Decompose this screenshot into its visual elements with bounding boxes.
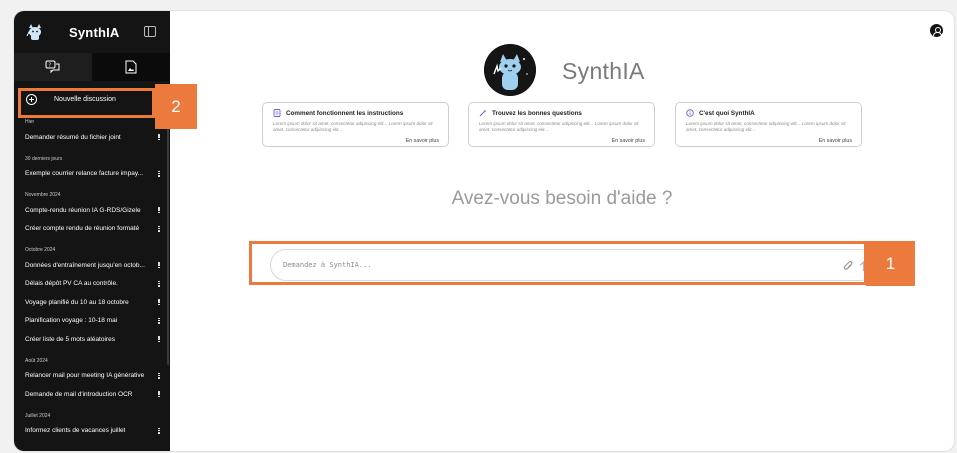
history-item-title: Créer liste de 5 mots aléatoires — [25, 335, 115, 343]
history-item[interactable]: Demande de mail d'introduction OCR — [14, 385, 170, 404]
info-card-questions[interactable]: Trouvez les bonnes questions Lorem ipsum… — [468, 102, 655, 147]
history-item-title: Délais dépôt PV CA au contrôle. — [25, 280, 118, 288]
history-item-title: Demander résumé du fichier joint — [25, 133, 121, 141]
card-learn-more-link[interactable]: En savoir plus — [819, 138, 852, 144]
kebab-menu-icon[interactable] — [158, 225, 160, 233]
history-item-title: Données d'entraînement jusqu'en octob... — [25, 261, 145, 269]
kebab-menu-icon[interactable] — [158, 170, 160, 178]
history-section-label: Juillet 2024 — [25, 412, 51, 419]
history-item-title: Informez clients de vacances juillet — [25, 427, 126, 435]
chat-history: Hier Demander résumé du fichier joint 30 d… — [14, 119, 170, 440]
card-description: Lorem ipsum dolor sit amet, consectetur … — [273, 121, 433, 132]
card-title: Trouvez les bonnes questions — [492, 109, 582, 117]
sidebar: SynthIA ? Nouvelle discussion Hier Deman… — [14, 11, 170, 451]
highlight-box-prompt — [249, 241, 867, 285]
annotation-badge-2: 2 — [155, 84, 197, 129]
history-item-title: Relancer mail pour meeting IA générative — [25, 372, 145, 380]
kebab-menu-icon[interactable] — [158, 317, 160, 325]
cat-logo-icon[interactable] — [24, 21, 46, 43]
history-item[interactable]: Informez clients de vacances juillet — [14, 422, 170, 441]
image-document-icon — [125, 60, 137, 74]
history-item[interactable]: Créer liste de 5 mots aléatoires — [14, 330, 170, 349]
tab-chats[interactable]: ? — [14, 53, 92, 81]
kebab-menu-icon[interactable] — [158, 372, 160, 380]
app-title: SynthIA — [69, 25, 120, 40]
highlight-box-new-chat — [18, 88, 155, 118]
chat-bubbles-icon: ? — [45, 60, 60, 74]
kebab-menu-icon[interactable] — [158, 134, 160, 141]
kebab-menu-icon[interactable] — [158, 299, 160, 306]
info-card-instructions[interactable]: Comment fonctionnent les instructions Lo… — [262, 102, 449, 147]
card-description: Lorem ipsum dolor sit amet, consectetur … — [686, 121, 846, 132]
history-section-label: 30 derniers jours — [25, 155, 63, 162]
synthia-cat-logo — [484, 44, 536, 96]
help-heading: Avez-vous besoin d'aide ? — [451, 188, 673, 209]
history-item-title: Exemple courrier relance facture impay..… — [25, 170, 144, 178]
info-icon — [686, 109, 694, 117]
history-item-title: Planification voyage : 10-18 mai — [25, 317, 118, 325]
magic-wand-icon — [479, 109, 487, 117]
card-description: Lorem ipsum dolor sit amet, consectetur … — [479, 121, 639, 132]
history-item[interactable]: Compte-rendu réunion IA G-RDS/Gizele — [14, 201, 170, 220]
history-item[interactable]: Délais dépôt PV CA au contrôle. — [14, 275, 170, 294]
kebab-menu-icon[interactable] — [158, 336, 160, 343]
document-icon — [273, 109, 281, 117]
app-window: SynthIA ? Nouvelle discussion Hier Deman… — [14, 11, 954, 451]
history-item[interactable]: Données d'entraînement jusqu'en octob... — [14, 256, 170, 275]
info-card-about[interactable]: C'est quoi SynthIA Lorem ipsum dolor sit… — [675, 102, 862, 147]
tab-documents[interactable] — [92, 53, 170, 81]
history-item[interactable]: Relancer mail pour meeting IA générative — [14, 367, 170, 386]
history-item[interactable]: Demander résumé du fichier joint — [14, 128, 170, 147]
svg-text:?: ? — [49, 63, 52, 69]
user-account-icon[interactable] — [930, 24, 943, 37]
sidebar-header: SynthIA — [14, 11, 170, 53]
kebab-menu-icon[interactable] — [158, 280, 160, 288]
history-section-label: Hier — [25, 119, 35, 125]
history-item[interactable]: Voyage planifié du 10 au 18 octobre — [14, 293, 170, 312]
annotation-badge-1: 1 — [866, 241, 915, 286]
history-section-label: Novembre 2024 — [25, 192, 61, 198]
history-section-label: Octobre 2024 — [25, 247, 56, 253]
kebab-menu-icon[interactable] — [158, 262, 160, 269]
brand-name: SynthIA — [562, 58, 645, 84]
history-section-label: Août 2024 — [25, 357, 48, 364]
history-item[interactable]: Créer compte rendu de réunion formaté — [14, 220, 170, 239]
history-item-title: Voyage planifié du 10 au 18 octobre — [25, 298, 129, 306]
card-title: Comment fonctionnent les instructions — [286, 109, 404, 117]
card-learn-more-link[interactable]: En savoir plus — [406, 138, 439, 144]
history-item-title: Compte-rendu réunion IA G-RDS/Gizele — [25, 206, 141, 214]
sidebar-toggle-icon[interactable] — [144, 26, 156, 37]
sidebar-scrollbar[interactable] — [167, 125, 169, 365]
sidebar-tabs: ? — [14, 53, 170, 81]
history-item[interactable]: Exemple courrier relance facture impay..… — [14, 165, 170, 184]
history-item-title: Créer compte rendu de réunion formaté — [25, 225, 140, 233]
card-title: C'est quoi SynthIA — [699, 109, 755, 117]
main-area: SynthIA Comment fonctionnent les instruc… — [170, 11, 954, 451]
kebab-menu-icon[interactable] — [158, 207, 160, 214]
history-item[interactable]: Planification voyage : 10-18 mai — [14, 312, 170, 331]
kebab-menu-icon[interactable] — [158, 391, 160, 398]
history-item-title: Demande de mail d'introduction OCR — [25, 390, 133, 398]
kebab-menu-icon[interactable] — [158, 427, 160, 435]
card-learn-more-link[interactable]: En savoir plus — [612, 138, 645, 144]
